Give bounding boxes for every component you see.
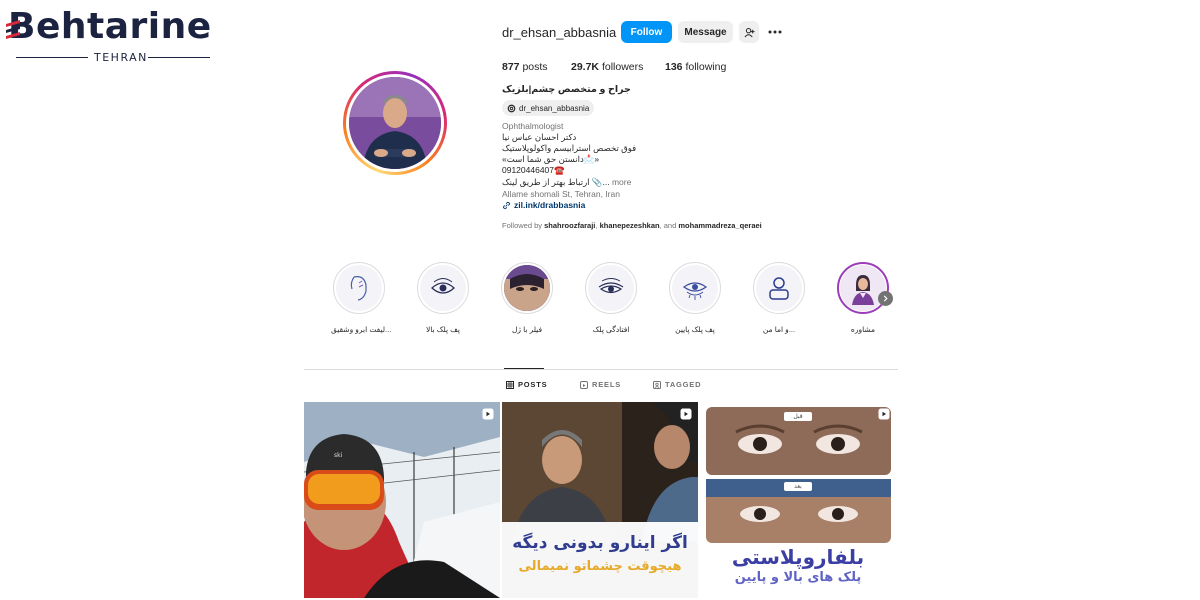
reel-icon: [878, 408, 890, 420]
grid-icon: [506, 380, 514, 389]
posts-label: posts: [522, 61, 548, 73]
following-stat[interactable]: 136 following: [665, 61, 726, 73]
active-tab-indicator: [504, 368, 544, 369]
post-thumbnail[interactable]: اگر اینارو بدونی دیگه هیچوقت چشماتو نمیم…: [502, 402, 698, 598]
highlight-item[interactable]: و اما من...: [751, 262, 807, 334]
post2-title-line1: اگر اینارو بدونی دیگه: [512, 533, 688, 553]
followed-by-user-3: mohammadreza_qeraei: [678, 221, 762, 230]
brand-wordmark: B ehtarine: [6, 6, 212, 47]
person-icon: [769, 277, 789, 300]
highlight-item[interactable]: پف پلک پایین: [667, 262, 723, 334]
highlight-item[interactable]: لیفت ابرو وشقیق...: [331, 262, 392, 334]
post3-title-line1: بلفاروپلاستی: [731, 545, 865, 569]
svg-text:ski: ski: [334, 452, 343, 459]
posts-count: 877: [502, 61, 520, 73]
threads-badge[interactable]: dr_ehsan_abbasnia: [502, 100, 595, 116]
message-button[interactable]: Message: [678, 21, 733, 43]
post-image-ski-selfie: ski: [304, 402, 500, 598]
highlight-label: افتادگی پلک: [592, 325, 630, 334]
tab-posts[interactable]: POSTS: [506, 380, 547, 389]
reel-icon: [680, 408, 692, 420]
following-label: following: [685, 61, 727, 73]
eye-lid-icon: [431, 278, 455, 294]
followed-by[interactable]: Followed by shahroozfaraji, khanepezeshk…: [502, 221, 762, 230]
brand-watermark: B ehtarine TEHRAN: [6, 6, 213, 64]
reel-icon: [482, 408, 494, 420]
highlight-label: فیلر با ژل: [511, 325, 543, 334]
brand-initial: B: [6, 6, 36, 47]
consultant-icon: [852, 275, 874, 305]
tab-tagged[interactable]: TAGGED: [653, 380, 701, 389]
bio-more-link[interactable]: more: [612, 177, 631, 187]
followers-label: followers: [601, 61, 644, 73]
add-person-icon: [744, 27, 755, 37]
followed-by-prefix: Followed by: [502, 221, 543, 230]
bio-line-2: فوق تخصص استرابیسم واکولوپلاستیک: [502, 143, 637, 153]
post3-before-label: قبل: [793, 413, 803, 420]
bio-line-1: دکتر احسان عباس نیا: [502, 132, 577, 142]
post-thumbnail[interactable]: ski: [304, 402, 500, 598]
followers-count: 29.7K: [571, 61, 600, 73]
followed-by-and: , and: [659, 221, 677, 230]
brand-stripes-icon: [6, 20, 20, 39]
highlight-item[interactable]: افتادگی پلک: [583, 262, 639, 334]
posts-stat: 877 posts: [502, 61, 548, 73]
highlight-label: پف پلک بالا: [426, 325, 460, 334]
profile-username: dr_ehsan_abbasnia: [502, 25, 617, 40]
link-icon: [502, 201, 511, 209]
tab-reels-label: REELS: [592, 380, 622, 389]
bio-line-3: «دانستن حق شما است📩»: [502, 154, 600, 164]
post-thumbnail[interactable]: قبل بعد بلفاروپلاستی پلک های بالا و پایی…: [700, 402, 896, 598]
bio-line-5-text: ارتباط بهتر از طریق لینک 📎...: [502, 177, 610, 187]
brand-city: TEHRAN: [94, 51, 148, 64]
suggested-accounts-button[interactable]: [739, 21, 759, 43]
highlight-label: لیفت ابرو وشقیق...: [331, 325, 392, 334]
tab-posts-label: POSTS: [518, 380, 548, 389]
highlight-label: مشاوره: [850, 325, 876, 334]
reels-icon: [580, 380, 588, 389]
profile-avatar[interactable]: [343, 71, 447, 175]
profile-link[interactable]: zil.ink/drabbasnia: [514, 200, 585, 210]
more-options-icon[interactable]: [767, 24, 783, 40]
threads-handle: dr_ehsan_abbasnia: [519, 103, 590, 113]
chevron-right-icon: [883, 295, 888, 302]
portrait-photo: [504, 265, 550, 311]
drooping-eye-icon: [598, 278, 624, 294]
followed-by-user-1: shahroozfaraji: [544, 221, 596, 230]
post3-title-line2: پلک های بالا و پایین: [734, 570, 862, 585]
tab-reels[interactable]: REELS: [580, 380, 621, 389]
highlight-label: پف پلک پایین: [675, 325, 715, 334]
followed-by-user-2: khanepezeshkan: [599, 221, 660, 230]
threads-icon: [507, 104, 516, 112]
avatar-photo: [349, 77, 441, 169]
profile-full-name: جراح و متخصص چشم|بلزیک: [502, 84, 631, 95]
profile-address[interactable]: Allame shomali St, Tehran, Iran: [502, 189, 620, 199]
highlight-label: و اما من...: [762, 325, 796, 334]
follow-button[interactable]: Follow: [621, 21, 672, 43]
tabs-divider: [304, 369, 898, 370]
bio-line-5: ارتباط بهتر از طریق لینک 📎... more: [502, 177, 631, 188]
highlight-item[interactable]: پف پلک بالا: [415, 262, 471, 334]
tagged-icon: [653, 380, 661, 389]
highlights-next-button[interactable]: [878, 291, 893, 306]
brand-rule-right: [148, 57, 210, 58]
followers-stat[interactable]: 29.7K followers: [571, 61, 643, 73]
post3-after-label: بعد: [794, 483, 802, 490]
profile-category: Ophthalmologist: [502, 121, 564, 131]
lower-lid-icon: [682, 282, 708, 300]
brand-rule-left: [16, 57, 88, 58]
face-lift-icon: [350, 276, 367, 301]
highlight-item[interactable]: فیلر با ژل: [499, 262, 555, 334]
bio-line-4: 09120446407☎️: [502, 165, 565, 175]
following-count: 136: [665, 61, 683, 73]
profile-link-row[interactable]: zil.ink/drabbasnia: [502, 200, 585, 210]
post2-title-line2: هیچوقت چشماتو نمیمالی: [518, 559, 682, 574]
tab-tagged-label: TAGGED: [665, 380, 702, 389]
